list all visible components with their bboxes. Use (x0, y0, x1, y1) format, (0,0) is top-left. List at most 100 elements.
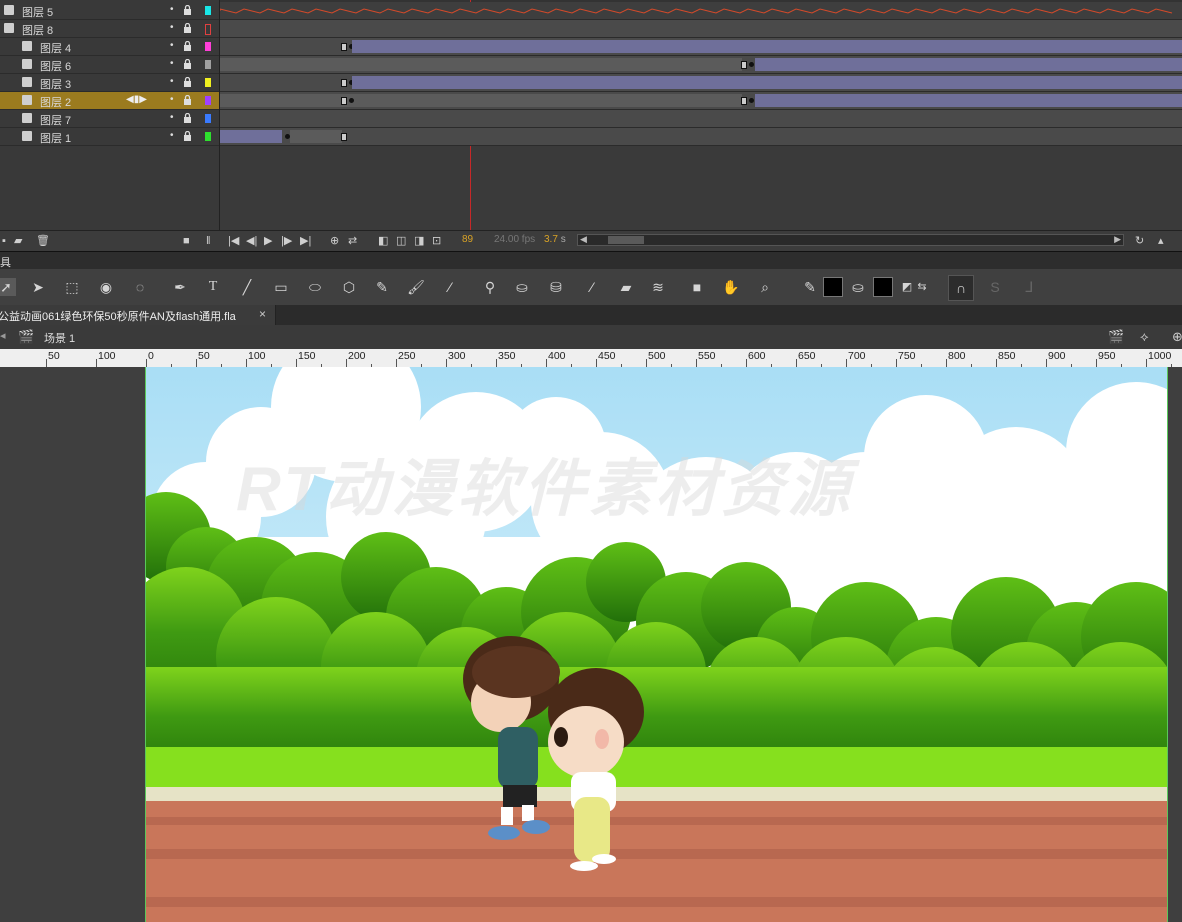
smooth-icon[interactable]: S (985, 278, 1005, 296)
layer-color-swatch[interactable] (205, 60, 211, 69)
onion-skin-icon[interactable]: ◧ (378, 235, 388, 247)
frame-row[interactable] (219, 2, 1182, 20)
layer-color-swatch[interactable] (205, 78, 211, 87)
keyframe[interactable] (749, 98, 754, 103)
stage[interactable]: RT动漫软件素材资源 (145, 367, 1168, 922)
line-tool-icon[interactable]: ╱ (237, 278, 257, 296)
visibility-toggle-icon[interactable]: • (170, 4, 174, 15)
brush-tool-icon[interactable]: ⁄ (440, 278, 460, 296)
keyframe-navigator-icon[interactable]: ◀▮▶ (126, 94, 147, 105)
frame-row[interactable] (220, 56, 1182, 74)
layer-name[interactable]: 图层 3 (40, 76, 71, 92)
play-icon[interactable]: ▶ (264, 235, 272, 247)
swap-colors-icon[interactable]: ⇆ (912, 278, 932, 296)
static-frame-span[interactable] (220, 58, 742, 71)
blank-keyframe[interactable] (341, 43, 347, 51)
visibility-toggle-icon[interactable]: • (170, 130, 174, 141)
layer-row[interactable]: 图层 1 • (0, 128, 219, 146)
frame-rate[interactable]: 24.00 fps (494, 234, 535, 245)
subselection-tool-icon[interactable]: ➤ (28, 278, 48, 296)
eyedropper-tool-icon[interactable]: ⁄ (582, 278, 602, 296)
motion-tween-span[interactable] (220, 130, 282, 143)
selection-tool-icon[interactable]: ➚ (0, 278, 16, 296)
lock-icon[interactable] (183, 94, 192, 105)
layer-color-swatch[interactable] (205, 96, 211, 105)
rectangle-tool-icon[interactable]: ▭ (271, 278, 291, 296)
lasso-tool-icon[interactable]: ◌ (130, 278, 150, 296)
width-tool-icon[interactable]: ≋ (648, 278, 668, 296)
layer-name[interactable]: 图层 5 (22, 4, 53, 20)
visibility-toggle-icon[interactable]: • (170, 58, 174, 69)
sync-icon[interactable]: ↻ (1135, 235, 1144, 247)
lock-icon[interactable] (183, 130, 192, 141)
lock-icon[interactable] (183, 58, 192, 69)
layer-row[interactable]: 图层 6 • (0, 56, 219, 74)
layer-color-swatch[interactable] (205, 114, 211, 123)
bone-tool-icon[interactable]: ⚲ (480, 278, 500, 296)
motion-tween-span[interactable] (352, 40, 1182, 53)
lock-icon[interactable] (183, 76, 192, 87)
paint-brush-tool-icon[interactable]: 🖌 (406, 278, 426, 296)
step-forward-icon[interactable]: |▶ (281, 235, 292, 247)
visibility-toggle-icon[interactable]: • (170, 40, 174, 51)
motion-tween-span[interactable] (352, 76, 1182, 89)
layer-depth-icon[interactable]: ‖ (206, 235, 211, 247)
modify-onion-markers-icon[interactable]: ⊡ (432, 235, 441, 247)
stroke-color-swatch[interactable] (823, 277, 843, 297)
layer-row[interactable]: 图层 4 • (0, 38, 219, 56)
camera-icon[interactable]: ■ (183, 235, 190, 247)
layer-row[interactable]: 图层 2 ◀▮▶ • (0, 92, 219, 110)
keyframe[interactable] (349, 98, 354, 103)
center-frame-icon[interactable]: ⊕ (330, 235, 339, 247)
layer-name[interactable]: 图层 4 (40, 40, 71, 56)
paint-bucket-tool-icon[interactable]: ⛀ (512, 278, 532, 296)
blank-keyframe[interactable] (741, 97, 747, 105)
frame-row[interactable] (220, 92, 1182, 110)
scrollbar-thumb[interactable] (608, 236, 644, 244)
lock-icon[interactable] (183, 112, 192, 123)
frame-row[interactable] (220, 128, 1182, 146)
pencil-tool-icon[interactable]: ✎ (372, 278, 392, 296)
scene-label[interactable]: 场景 1 (44, 330, 75, 346)
document-tab[interactable]: 公益动画061绿色环保50秒原件AN及flash通用.fla × (0, 305, 276, 325)
center-stage-icon[interactable]: ⊕ (1172, 329, 1182, 345)
lock-icon[interactable] (183, 22, 192, 33)
layer-name[interactable]: 图层 8 (22, 22, 53, 38)
free-transform-tool-icon[interactable]: ⬚ (62, 278, 82, 296)
3d-rotation-tool-icon[interactable]: ◉ (96, 278, 116, 296)
go-to-first-frame-icon[interactable]: |◀ (228, 235, 239, 247)
lock-icon[interactable] (183, 4, 192, 15)
visibility-toggle-icon[interactable]: • (170, 94, 174, 105)
layer-row[interactable]: 图层 7 • (0, 110, 219, 128)
layer-color-swatch[interactable] (205, 132, 211, 141)
edit-multiple-frames-icon[interactable]: ◨ (414, 235, 424, 247)
fill-color-swatch[interactable] (873, 277, 893, 297)
layer-color-swatch[interactable] (205, 42, 211, 51)
blank-keyframe[interactable] (341, 133, 347, 141)
layer-color-swatch[interactable] (205, 6, 211, 15)
visibility-toggle-icon[interactable]: • (170, 112, 174, 123)
layer-color-swatch[interactable] (205, 24, 211, 35)
timeline-scrollbar[interactable]: ◀ ▶ (577, 234, 1124, 246)
eraser-tool-icon[interactable]: ▰ (616, 278, 636, 296)
layer-name[interactable]: 图层 6 (40, 58, 71, 74)
zoom-icon[interactable]: ▴ (1158, 235, 1164, 247)
frame-row[interactable] (220, 74, 1182, 92)
delete-layer-icon[interactable]: 🗑 (36, 235, 50, 247)
frame-row[interactable] (220, 20, 1182, 38)
oval-tool-icon[interactable]: ⬭ (305, 278, 325, 296)
zoom-tool-icon[interactable]: ⌕ (755, 278, 775, 296)
fill-color-icon[interactable]: ⛀ (848, 278, 868, 296)
layer-name[interactable]: 图层 1 (40, 130, 71, 146)
blank-keyframe[interactable] (341, 97, 347, 105)
ink-bottle-tool-icon[interactable]: ⛁ (546, 278, 566, 296)
pen-tool-icon[interactable]: ✒ (170, 278, 190, 296)
blank-keyframe[interactable] (741, 61, 747, 69)
new-layer-icon[interactable]: ▪ (2, 235, 6, 247)
motion-tween-span[interactable] (755, 94, 1182, 107)
frame-row[interactable] (220, 110, 1182, 128)
layer-row[interactable]: 图层 5 • (0, 2, 219, 20)
current-frame[interactable]: 89 (462, 234, 473, 245)
close-tab-icon[interactable]: × (259, 307, 266, 321)
go-to-last-frame-icon[interactable]: ▶| (300, 235, 311, 247)
